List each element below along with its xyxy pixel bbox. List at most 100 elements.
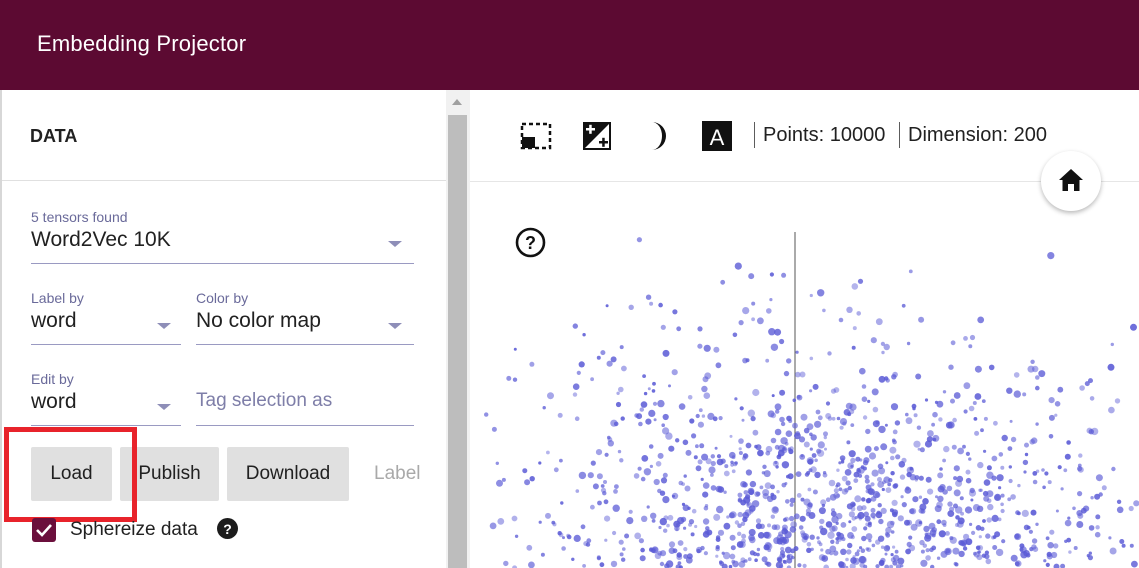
embedding-point[interactable] — [604, 515, 611, 522]
embedding-point[interactable] — [856, 311, 861, 316]
embedding-point[interactable] — [924, 440, 933, 448]
embedding-point[interactable] — [668, 547, 676, 554]
embedding-point[interactable] — [912, 406, 916, 411]
embedding-point[interactable] — [906, 341, 911, 346]
embedding-point[interactable] — [870, 507, 876, 513]
embedding-point[interactable] — [677, 561, 682, 565]
embedding-point[interactable] — [825, 548, 831, 555]
embedding-point[interactable] — [795, 350, 799, 354]
embedding-point[interactable] — [871, 469, 879, 477]
embedding-point[interactable] — [892, 545, 896, 549]
embedding-point[interactable] — [759, 485, 764, 490]
embedding-point[interactable] — [734, 262, 742, 270]
embedding-point[interactable] — [809, 389, 813, 393]
embedding-point[interactable] — [496, 479, 503, 487]
embedding-point[interactable] — [495, 461, 499, 465]
embedding-point[interactable] — [653, 478, 660, 486]
embedding-point[interactable] — [715, 546, 720, 552]
embedding-point[interactable] — [850, 423, 855, 427]
embedding-point[interactable] — [852, 326, 857, 331]
embedding-point[interactable] — [846, 549, 852, 555]
embedding-point[interactable] — [799, 454, 806, 460]
embedding-point[interactable] — [871, 388, 879, 396]
embedding-point[interactable] — [792, 422, 798, 429]
embedding-point[interactable] — [918, 316, 925, 323]
embedding-point[interactable] — [751, 317, 755, 322]
embedding-point[interactable] — [547, 392, 554, 400]
embedding-point[interactable] — [954, 562, 959, 567]
embedding-point[interactable] — [918, 495, 923, 499]
embedding-point[interactable] — [1063, 468, 1068, 473]
embedding-point[interactable] — [844, 469, 852, 476]
embedding-point[interactable] — [833, 488, 839, 494]
embedding-point[interactable] — [900, 495, 904, 499]
embedding-point[interactable] — [880, 557, 886, 564]
embedding-point[interactable] — [1095, 514, 1101, 520]
embedding-point[interactable] — [657, 488, 662, 494]
embedding-point[interactable] — [863, 526, 868, 531]
embedding-point[interactable] — [718, 416, 723, 421]
embedding-point[interactable] — [925, 548, 930, 553]
embedding-point[interactable] — [687, 395, 693, 400]
embedding-point[interactable] — [861, 384, 867, 389]
embedding-point[interactable] — [774, 403, 782, 411]
embedding-point[interactable] — [621, 557, 626, 562]
embedding-point[interactable] — [789, 526, 797, 533]
embedding-point[interactable] — [1089, 396, 1095, 401]
embedding-point[interactable] — [1001, 539, 1006, 544]
embedding-point[interactable] — [843, 409, 851, 416]
embedding-point[interactable] — [677, 540, 684, 546]
embedding-point[interactable] — [888, 478, 893, 483]
embedding-point[interactable] — [799, 515, 806, 522]
embedding-point[interactable] — [916, 425, 922, 430]
embedding-point[interactable] — [694, 524, 698, 529]
embedding-point[interactable] — [877, 477, 882, 482]
embedding-point[interactable] — [860, 548, 866, 553]
embedding-point[interactable] — [983, 479, 991, 486]
embedding-point[interactable] — [726, 515, 730, 519]
embedding-point[interactable] — [737, 511, 743, 518]
embedding-point[interactable] — [853, 478, 859, 483]
embedding-point[interactable] — [1054, 401, 1061, 407]
embedding-point[interactable] — [1048, 414, 1055, 421]
embedding-point[interactable] — [1131, 560, 1138, 568]
embedding-point[interactable] — [965, 451, 970, 456]
embedding-point[interactable] — [780, 421, 786, 427]
embedding-point[interactable] — [890, 471, 895, 476]
embedding-point[interactable] — [820, 548, 824, 552]
embedding-point[interactable] — [1044, 471, 1049, 476]
embedding-point[interactable] — [600, 484, 605, 488]
embedding-point[interactable] — [882, 480, 886, 485]
embedding-point[interactable] — [603, 499, 609, 505]
help-icon[interactable]: ? — [515, 227, 546, 258]
embedding-point[interactable] — [955, 506, 963, 514]
embedding-point[interactable] — [800, 413, 808, 421]
embedding-point[interactable] — [890, 530, 895, 534]
embedding-point[interactable] — [858, 473, 863, 478]
embedding-point[interactable] — [831, 515, 839, 524]
embedding-point[interactable] — [798, 525, 804, 530]
embedding-point[interactable] — [779, 338, 785, 345]
embedding-point[interactable] — [640, 401, 648, 408]
select-rectangle-icon[interactable] — [520, 120, 552, 152]
embedding-point[interactable] — [1067, 516, 1071, 520]
embedding-point[interactable] — [851, 345, 856, 350]
embedding-point[interactable] — [576, 370, 581, 375]
embedding-point[interactable] — [552, 522, 557, 527]
embedding-point[interactable] — [613, 489, 618, 494]
embedding-point[interactable] — [846, 440, 851, 445]
embedding-point[interactable] — [980, 428, 984, 433]
embedding-point[interactable] — [491, 426, 497, 432]
embedding-point[interactable] — [672, 309, 678, 315]
embedding-point[interactable] — [1055, 509, 1059, 513]
embedding-point[interactable] — [767, 495, 774, 503]
embedding-point[interactable] — [767, 523, 771, 528]
embedding-point[interactable] — [612, 504, 620, 512]
embedding-point[interactable] — [614, 484, 619, 489]
embedding-point[interactable] — [900, 564, 904, 568]
embedding-point[interactable] — [972, 401, 977, 405]
embedding-point[interactable] — [695, 413, 700, 419]
embedding-point[interactable] — [770, 412, 777, 419]
embedding-point[interactable] — [751, 500, 760, 508]
embedding-point[interactable] — [800, 497, 805, 502]
